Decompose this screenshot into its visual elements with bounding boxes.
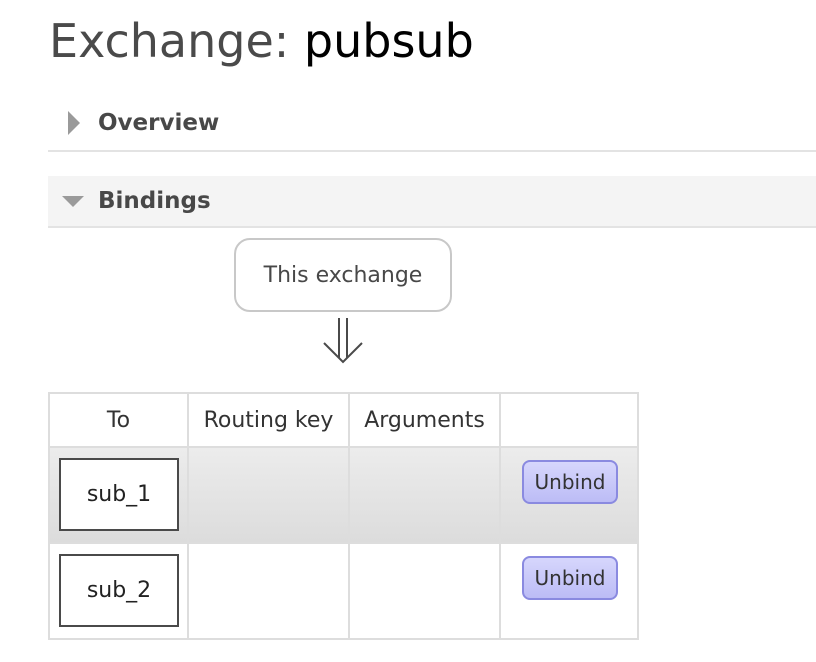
destination-cell: sub_2 [48, 542, 189, 640]
arguments-cell [348, 446, 501, 544]
destination-cell: sub_1 [48, 446, 189, 544]
unbind-button[interactable]: Unbind [522, 460, 618, 504]
table-row: sub_1 Unbind [48, 446, 639, 544]
double-down-arrow-icon [323, 318, 363, 364]
column-header-routing-key: Routing key [187, 392, 350, 448]
action-cell: Unbind [499, 446, 639, 544]
routing-key-cell [187, 542, 350, 640]
bindings-table: To Routing key Arguments sub_1 Unbind su… [48, 392, 639, 640]
exchange-name: pubsub [303, 14, 474, 68]
overview-section-header[interactable]: Overview [48, 96, 816, 152]
overview-section-label: Overview [98, 110, 220, 136]
bindings-table-header-row: To Routing key Arguments [48, 392, 639, 448]
page-title-prefix: Exchange: [49, 14, 290, 68]
column-header-arguments: Arguments [348, 392, 501, 448]
destination-queue-link[interactable]: sub_1 [59, 458, 179, 531]
triangle-down-icon [48, 195, 98, 207]
triangle-right-icon [48, 111, 98, 135]
column-header-actions [499, 392, 639, 448]
unbind-button[interactable]: Unbind [522, 556, 618, 600]
bindings-section-label: Bindings [98, 188, 211, 214]
table-row: sub_2 Unbind [48, 542, 639, 640]
destination-queue-link[interactable]: sub_2 [59, 554, 179, 627]
page-title: Exchange: pubsub [49, 10, 474, 72]
arguments-cell [348, 542, 501, 640]
column-header-to: To [48, 392, 189, 448]
this-exchange-box: This exchange [234, 238, 452, 312]
bindings-section-header[interactable]: Bindings [48, 176, 816, 228]
routing-key-cell [187, 446, 350, 544]
action-cell: Unbind [499, 542, 639, 640]
